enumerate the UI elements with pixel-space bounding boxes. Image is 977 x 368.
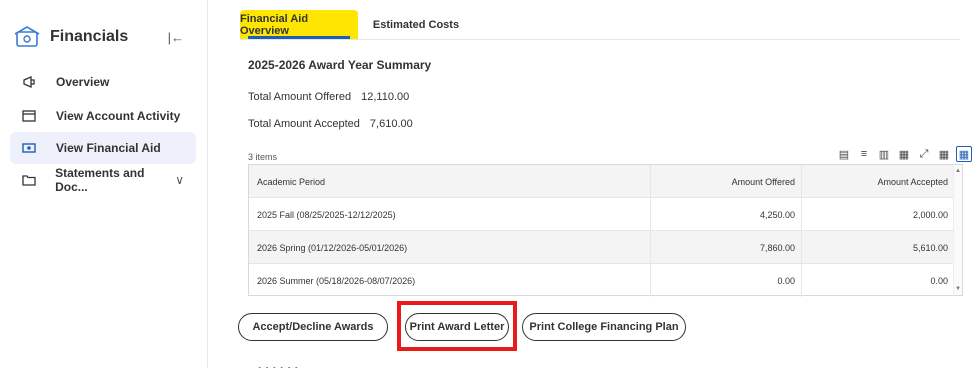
cell-academic-period: 2026 Spring (01/12/2026-05/01/2026) [249,231,651,264]
sidebar-item-statements[interactable]: Statements and Doc... ∨ [10,164,196,196]
sidebar-header: Financials |← [12,22,198,52]
sidebar: Financials |← Overview View Account Acti… [0,0,208,368]
total-offered: Total Amount Offered 12,110.00 [248,91,409,103]
total-offered-label: Total Amount Offered [248,91,352,103]
sidebar-title: Financials [50,28,129,45]
fullscreen-icon[interactable]: ⤢ [916,146,932,162]
sidebar-item-label: Statements and Doc... [55,166,145,194]
cell-academic-period: 2025 Fall (08/25/2025-12/12/2025) [249,198,651,231]
awards-table: Academic Period Amount Offered Amount Ac… [248,164,963,297]
table-row: 2026 Spring (01/12/2026-05/01/2026) 7,86… [249,231,954,264]
cell-amount-accepted: 0.00 [930,275,948,286]
header-amount-offered[interactable]: Amount Offered [651,165,802,198]
sidebar-item-label: View Financial Aid [56,141,161,155]
table-toolbar: ▤ ≡ ▥ ▦ ⤢ ▦ ▦ [836,145,972,163]
tab-estimated-costs[interactable]: Estimated Costs [370,10,462,39]
scroll-down-icon[interactable]: ▼ [955,286,961,292]
scroll-up-icon[interactable]: ▲ [955,168,961,174]
folder-icon [18,174,39,186]
filter-icon[interactable]: ≡ [856,146,872,162]
header-amount-accepted[interactable]: Amount Accepted [802,165,954,198]
money-icon [18,143,40,153]
award-year-summary-title: 2025-2026 Award Year Summary [248,58,432,72]
chevron-down-icon[interactable]: ∨ [175,173,184,187]
sidebar-item-account-activity[interactable]: View Account Activity [10,100,196,132]
sidebar-item-overview[interactable]: Overview [10,66,196,98]
total-offered-value: 12,110.00 [361,91,410,103]
annotation-highlight-box [397,301,517,351]
collapse-sidebar-icon[interactable]: |← [168,30,184,45]
sidebar-item-label: Overview [56,75,110,89]
print-college-financing-plan-button[interactable]: Print College Financing Plan [522,313,686,341]
cell-amount-accepted: 5,610.00 [912,242,948,253]
accept-decline-awards-button[interactable]: Accept/Decline Awards [238,313,388,341]
tab-bar: Financial Aid Overview Estimated Costs [240,10,960,40]
items-count: 3 items [248,152,278,162]
export-excel-icon[interactable]: ▤ [836,146,852,162]
table-scrollbar[interactable]: ▲ ▼ [953,165,962,295]
table-header-row: Academic Period Amount Offered Amount Ac… [249,165,954,198]
card-icon [18,110,40,122]
table-row: 2026 Summer (05/18/2026-08/07/2026) 0.00… [249,264,954,297]
financials-icon [12,25,42,49]
columns-icon[interactable]: ▦ [896,146,912,162]
tab-financial-aid-overview[interactable]: Financial Aid Overview [240,10,358,39]
grid-view-icon[interactable]: ▦ [956,146,972,162]
total-accepted-label: Total Amount Accepted [248,118,360,130]
chart-icon[interactable]: ▥ [876,146,892,162]
sidebar-item-financial-aid[interactable]: View Financial Aid [10,132,196,164]
cell-amount-accepted: 2,000.00 [912,209,948,220]
cell-academic-period: 2026 Summer (05/18/2026-08/07/2026) [249,264,651,297]
cell-amount-offered: 7,860.00 [651,231,802,264]
total-accepted-value: 7,610.00 [369,118,413,130]
cell-amount-offered: 0.00 [651,264,802,297]
table-row: 2025 Fall (08/25/2025-12/12/2025) 4,250.… [249,198,954,231]
sidebar-item-label: View Account Activity [56,109,181,123]
megaphone-icon [18,75,40,89]
cutoff-heading: · · · · · · [258,361,299,368]
table-view-icon[interactable]: ▦ [936,146,952,162]
header-academic-period[interactable]: Academic Period [249,165,651,198]
cell-amount-offered: 4,250.00 [651,198,802,231]
total-accepted: Total Amount Accepted 7,610.00 [248,118,413,130]
